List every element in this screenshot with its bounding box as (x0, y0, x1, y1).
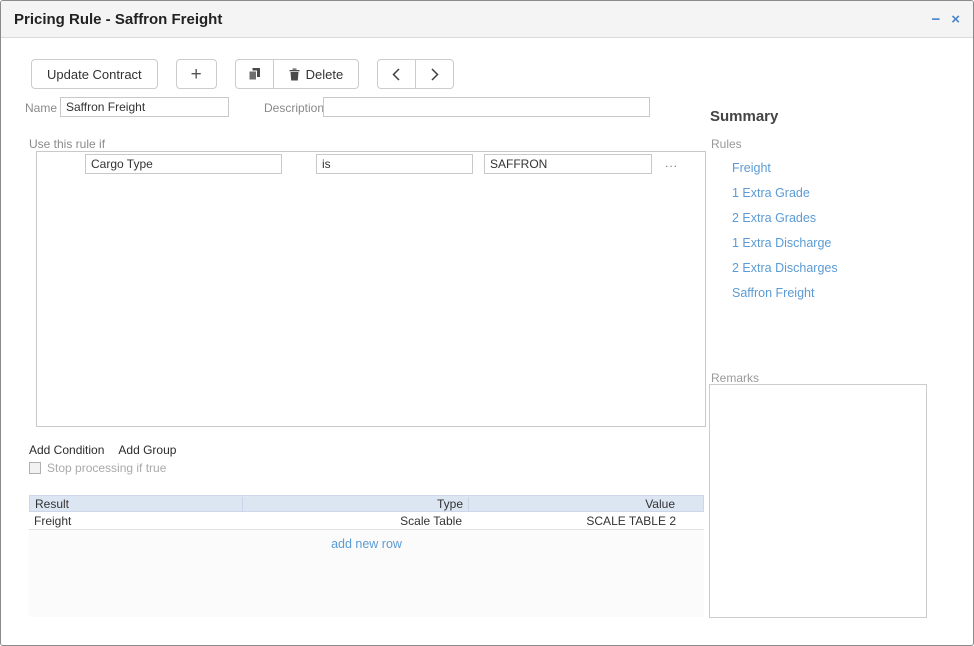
condition-more-button[interactable]: ... (665, 156, 678, 170)
results-row[interactable]: Freight Scale Table SCALE TABLE 2 (29, 512, 704, 530)
update-contract-button[interactable]: Update Contract (31, 59, 158, 89)
results-header-value: Value (468, 497, 703, 511)
use-this-rule-if-label: Use this rule if (29, 137, 105, 151)
minimize-icon[interactable]: − (931, 12, 940, 27)
rule-link-2-extra-discharges[interactable]: 2 Extra Discharges (732, 261, 838, 275)
description-input[interactable] (323, 97, 650, 117)
add-button[interactable]: + (176, 59, 217, 89)
condition-panel: ... (36, 151, 706, 427)
nav-group (377, 59, 454, 89)
rule-link-2-extra-grades[interactable]: 2 Extra Grades (732, 211, 838, 225)
delete-label: Delete (306, 67, 344, 82)
chevron-right-icon (430, 68, 439, 81)
add-new-row-link[interactable]: add new row (29, 530, 704, 551)
condition-value-input[interactable] (484, 154, 652, 174)
condition-operator-input[interactable] (316, 154, 473, 174)
titlebar: Pricing Rule - Saffron Freight − × (1, 1, 973, 38)
rule-link-1-extra-grade[interactable]: 1 Extra Grade (732, 186, 838, 200)
rules-list: Freight 1 Extra Grade 2 Extra Grades 1 E… (732, 161, 838, 311)
value-cell: SCALE TABLE 2 (467, 514, 704, 528)
results-header-row: Result Type Value (29, 495, 704, 512)
rule-link-freight[interactable]: Freight (732, 161, 838, 175)
condition-actions: Add Condition Add Group (29, 443, 176, 457)
rule-link-saffron-freight[interactable]: Saffron Freight (732, 286, 838, 300)
copy-icon (248, 67, 261, 81)
add-condition-link[interactable]: Add Condition (29, 443, 104, 457)
results-header-result: Result (30, 497, 242, 511)
chevron-left-icon (392, 68, 401, 81)
rule-link-1-extra-discharge[interactable]: 1 Extra Discharge (732, 236, 838, 250)
copy-button[interactable] (235, 59, 274, 89)
plus-icon: + (191, 65, 202, 84)
result-cell: Freight (29, 514, 241, 528)
next-button[interactable] (415, 59, 454, 89)
stop-processing-row: Stop processing if true (29, 461, 166, 475)
summary-title: Summary (710, 108, 778, 125)
toolbar: Update Contract + Delete (31, 59, 454, 89)
remarks-textarea[interactable] (709, 384, 927, 618)
trash-icon (289, 68, 300, 81)
add-group-link[interactable]: Add Group (118, 443, 176, 457)
results-table: Result Type Value Freight Scale Table SC… (29, 495, 704, 617)
pricing-rule-window: Pricing Rule - Saffron Freight − × Updat… (0, 0, 974, 646)
stop-processing-label: Stop processing if true (47, 461, 166, 475)
copy-delete-group: Delete (235, 59, 360, 89)
delete-button[interactable]: Delete (273, 59, 360, 89)
stop-processing-checkbox[interactable] (29, 462, 41, 474)
name-label: Name (25, 101, 57, 115)
window-title: Pricing Rule - Saffron Freight (14, 11, 920, 28)
description-label: Description (264, 101, 324, 115)
condition-field-input[interactable] (85, 154, 282, 174)
rules-label: Rules (711, 137, 742, 151)
prev-button[interactable] (377, 59, 416, 89)
name-input[interactable] (60, 97, 229, 117)
close-icon[interactable]: × (951, 12, 960, 27)
type-cell: Scale Table (241, 514, 467, 528)
remarks-label: Remarks (711, 371, 759, 385)
results-header-type: Type (242, 497, 468, 511)
